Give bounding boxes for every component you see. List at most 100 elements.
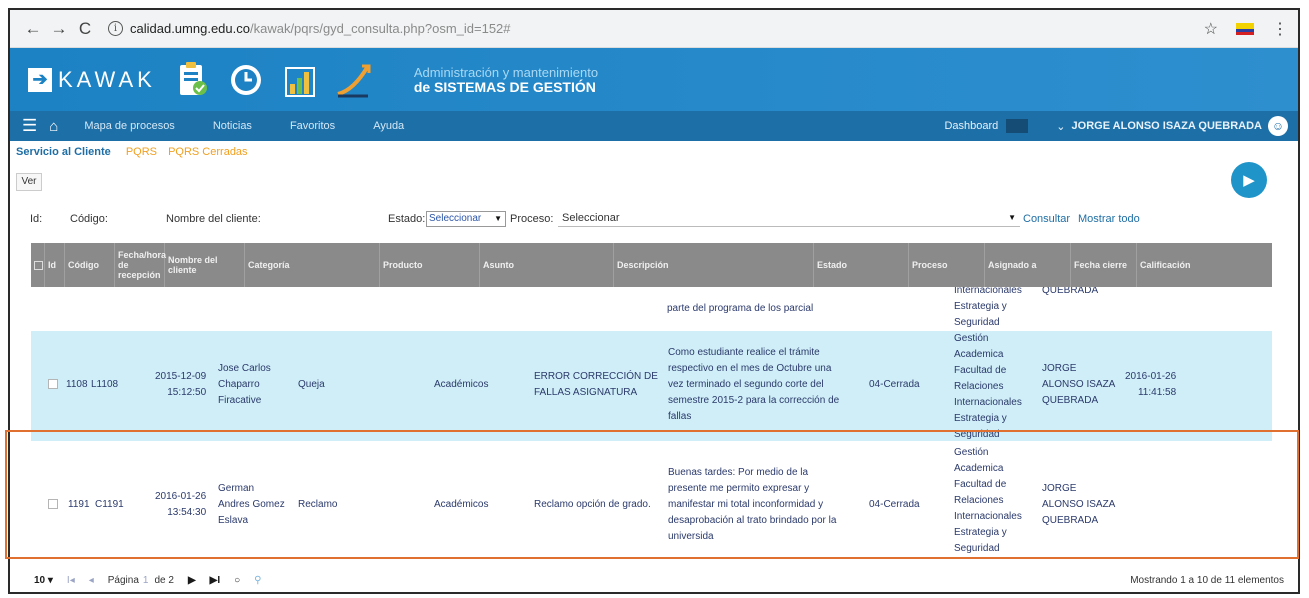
page-number-input[interactable]: 1 (143, 575, 149, 586)
first-page-icon[interactable]: I◂ (67, 575, 75, 586)
row-checkbox[interactable] (48, 499, 58, 509)
per-page-select[interactable]: 10 ▾ (34, 575, 53, 586)
cell-codigo: C1191 (95, 499, 124, 510)
cell-categoria: Queja (298, 379, 325, 390)
user-name[interactable]: JORGE ALONSO ISAZA QUEBRADA (1072, 120, 1262, 132)
breadcrumb-pqrs[interactable]: PQRS (126, 146, 157, 158)
cell-codigo: L1108 (91, 379, 119, 390)
col-header-producto[interactable]: Producto (380, 243, 480, 287)
cell-id: 1108 (66, 379, 88, 390)
address-bar[interactable]: i calidad.umng.edu.co/kawak/pqrs/gyd_con… (108, 21, 511, 36)
prev-page-icon[interactable]: ◂ (89, 575, 94, 586)
info-icon[interactable]: i (108, 21, 123, 36)
cell-proceso: Gestión Academica Facultad de Relaciones… (954, 331, 1022, 443)
col-header-fecha-cierre[interactable]: Fecha cierre (1071, 243, 1137, 287)
cell-asignado: QUEBRADA (1042, 287, 1099, 296)
cell-asunto-line: ERROR CORRECCIÓN DE (534, 371, 658, 382)
cell-fecha-cierre-date: 2016-01-26 (1125, 371, 1177, 382)
cell-proceso-line: Estrategia y (954, 413, 1007, 424)
col-header-id[interactable]: Id (45, 243, 65, 287)
cell-fecha-date: 2015-12-09 (155, 371, 207, 382)
estado-select[interactable]: Seleccionar ▼ (426, 211, 506, 227)
search-icon[interactable]: ⚲ (254, 575, 261, 586)
cell-fecha: 2016-01-26 13:54:30 (155, 489, 206, 521)
nav-noticias[interactable]: Noticias (213, 120, 252, 132)
subtitle-line-2: de SISTEMAS DE GESTIÓN (413, 78, 596, 95)
cell-descripcion: Buenas tardes: Por medio de la presente … (668, 465, 836, 545)
forward-arrow-icon[interactable]: → (46, 19, 72, 39)
cell-proceso-line: Academica (954, 349, 1004, 360)
breadcrumb-pqrs-cerradas[interactable]: PQRS Cerradas (168, 146, 247, 158)
cell-nombre-line: German (218, 483, 255, 494)
cell-descripcion-line: presente me permito expresar y (668, 483, 810, 494)
last-page-icon[interactable]: ▶I (210, 575, 220, 586)
proceso-select[interactable]: Seleccionar ▼ (558, 211, 1020, 227)
url-path: /kawak/pqrs/gyd_consulta.php?osm_id=152# (249, 21, 511, 36)
col-header-estado[interactable]: Estado (814, 243, 909, 287)
growth-arrow-icon (337, 64, 371, 97)
table-row[interactable]: 1108 L1108 2015-12-09 15:12:50 Jose Carl… (31, 331, 1272, 441)
select-all-checkbox[interactable] (31, 243, 45, 287)
reload-icon[interactable]: C (72, 19, 98, 39)
refresh-icon[interactable]: ○ (234, 575, 240, 586)
col-header-proceso[interactable]: Proceso (909, 243, 985, 287)
cell-descripcion-line: universida (668, 531, 714, 542)
cell-descripcion: parte del programa de los parcial (667, 303, 814, 314)
proceso-select-value: Seleccionar (562, 212, 620, 224)
table-row[interactable]: parte del programa de los parcial Intern… (31, 287, 1272, 331)
flag-extension-icon[interactable] (1236, 22, 1254, 35)
cell-fecha-date: 2016-01-26 (155, 491, 207, 502)
back-arrow-icon[interactable]: ← (20, 19, 46, 39)
nav-ayuda[interactable]: Ayuda (373, 120, 404, 132)
col-header-fecha[interactable]: Fecha/hora de recepción (115, 243, 166, 287)
col-header-calificacion[interactable]: Calificación (1137, 243, 1217, 287)
cell-nombre-line: Eslava (218, 515, 249, 526)
cell-proceso-line: Gestión (954, 447, 989, 458)
nav-mapa-procesos[interactable]: Mapa de procesos (84, 120, 175, 132)
cell-proceso: Internacionales Estrategia y Seguridad (954, 287, 1022, 331)
home-icon[interactable]: ⌂ (49, 118, 58, 135)
col-header-categoria[interactable]: Categoría (245, 243, 380, 287)
cell-descripcion: Como estudiante realice el trámite respe… (668, 345, 839, 425)
user-avatar-icon[interactable]: ☺ (1268, 116, 1288, 136)
cell-nombre: Jose Carlos Chaparro Firacative (218, 361, 271, 409)
row-checkbox[interactable] (48, 379, 58, 389)
bookmark-star-icon[interactable]: ☆ (1204, 19, 1218, 39)
play-icon[interactable]: ▶ (1231, 162, 1267, 198)
col-header-descripcion[interactable]: Descripción (614, 243, 814, 287)
cell-fecha: 2015-12-09 15:12:50 (155, 369, 206, 401)
col-header-codigo[interactable]: Código (65, 243, 115, 287)
main-navbar: ☰ ⌂ Mapa de procesos Noticias Favoritos … (10, 111, 1298, 141)
cell-id: 1191 (68, 499, 90, 510)
nav-favoritos[interactable]: Favoritos (290, 120, 335, 132)
ver-button[interactable]: Ver (16, 173, 42, 191)
cell-categoria: Reclamo (298, 499, 338, 510)
cell-descripcion-line: desaprobación al trato brindado por la (668, 515, 837, 526)
browser-menu-icon[interactable]: ⋮ (1272, 19, 1288, 39)
cell-fecha-time: 15:12:50 (167, 387, 207, 398)
consultar-link[interactable]: Consultar (1023, 213, 1070, 225)
col-header-asignado[interactable]: Asignado a (985, 243, 1071, 287)
cell-estado: 04-Cerrada (869, 499, 920, 510)
dashboard-select[interactable] (1006, 119, 1029, 133)
cell-asunto-line: FALLAS ASIGNATURA (534, 387, 638, 398)
col-header-nombre[interactable]: Nombre del cliente (165, 243, 245, 287)
breadcrumb-servicio-cliente[interactable]: Servicio al Cliente (16, 146, 111, 158)
cell-fecha-time: 13:54:30 (167, 507, 207, 518)
filter-id-label: Id: (30, 213, 43, 225)
cell-nombre-line: Jose Carlos (218, 363, 271, 374)
records-summary: Mostrando 1 a 10 de 11 elementos (1130, 574, 1284, 586)
col-header-asunto[interactable]: Asunto (480, 243, 614, 287)
cell-asignado-line: ALONSO ISAZA (1042, 379, 1116, 390)
cell-fecha-cierre-time: 11:41:58 (1137, 387, 1177, 398)
chevron-down-icon[interactable]: ⌄ (1056, 120, 1065, 133)
next-page-icon[interactable]: ▶ (188, 575, 196, 586)
app-header: ➔ KAWAK Administración y mantenimiento d… (10, 48, 1298, 111)
table-row[interactable]: 1191 C1191 2016-01-26 13:54:30 German An… (31, 441, 1272, 561)
hamburger-menu-icon[interactable]: ☰ (22, 116, 37, 136)
mostrar-todo-link[interactable]: Mostrar todo (1078, 213, 1140, 225)
cell-descripcion-line: fallas (668, 411, 692, 422)
cell-proceso: Gestión Academica Facultad de Relaciones… (954, 445, 1022, 557)
dashboard-label: Dashboard (944, 120, 999, 132)
filter-codigo-label: Código: (70, 213, 108, 225)
